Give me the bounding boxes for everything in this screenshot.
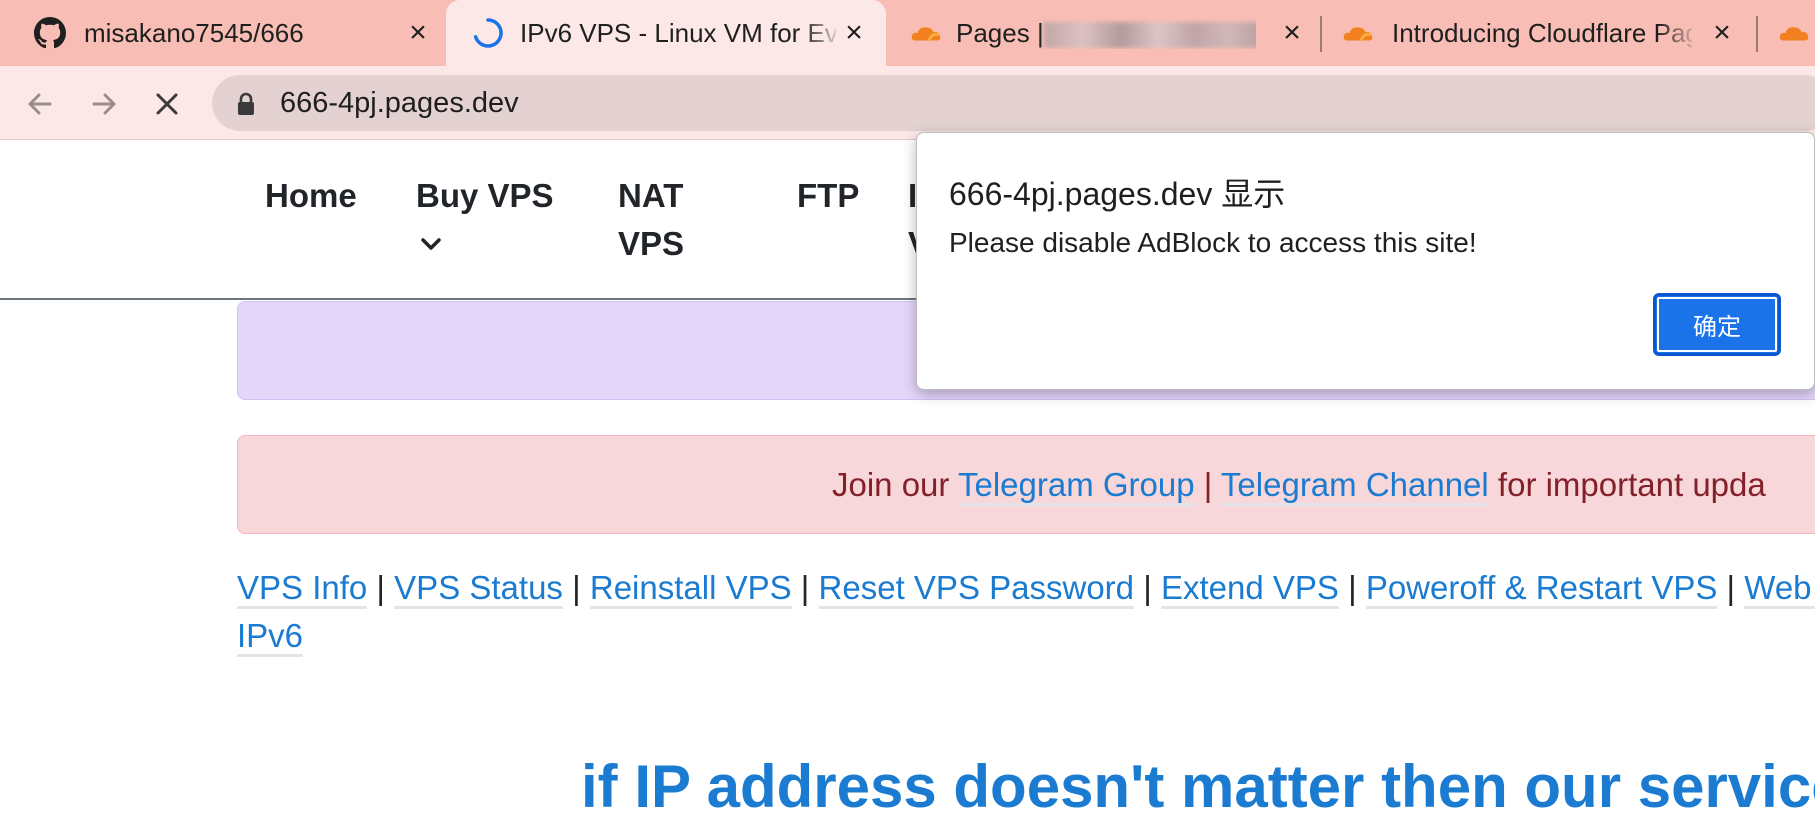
dialog-title: 666-4pj.pages.dev 显示 [949,176,1286,212]
tab-introducing-cloudflare[interactable]: Introducing Cloudflare Pag × [1322,0,1756,66]
forward-arrow-icon[interactable] [82,82,126,126]
cloudflare-icon [910,17,942,49]
tab-cloudflare-pages[interactable]: Pages |ou × [886,0,1320,66]
address-bar[interactable]: 666-4pj.pages.dev [212,75,1815,131]
vps-quick-links: VPS Info | VPS Status | Reinstall VPS | … [237,564,1815,660]
tab-partial[interactable] [1758,0,1815,66]
poweroff-restart-vps-link[interactable]: Poweroff & Restart VPS [1365,569,1718,609]
reset-vps-password-link[interactable]: Reset VPS Password [818,569,1135,609]
web-partial-link[interactable]: Web I [1744,569,1815,609]
vps-status-link[interactable]: VPS Status [394,569,563,609]
close-tab-icon[interactable]: × [1706,16,1738,49]
telegram-announcement: Join our Telegram Group | Telegram Chann… [237,435,1815,534]
ipv6-link[interactable]: IPv6 [237,617,304,657]
reinstall-vps-link[interactable]: Reinstall VPS [589,569,792,609]
tab-ipv6-vps[interactable]: IPv6 VPS - Linux VM for Ev × [446,0,886,66]
close-tab-icon[interactable]: × [838,16,870,49]
tab-title: Pages |ou [956,18,1256,49]
back-arrow-icon[interactable] [18,82,62,126]
nav-home[interactable]: Home [265,172,357,220]
tab-title: Introducing Cloudflare Pag [1392,18,1692,48]
stop-loading-icon[interactable] [145,82,189,126]
telegram-group-link[interactable]: Telegram Group [957,466,1195,506]
close-tab-icon[interactable]: × [1276,16,1308,49]
vps-info-link[interactable]: VPS Info [237,569,368,609]
close-tab-icon[interactable]: × [402,16,434,49]
tab-title: misakano7545/666 [84,18,304,48]
tab-title: IPv6 VPS - Linux VM for Ev [520,18,836,48]
tab-github[interactable]: misakano7545/666 × [0,0,446,66]
dialog-message: Please disable AdBlock to access this si… [949,227,1477,258]
browser-toolbar: 666-4pj.pages.dev [0,66,1815,140]
lock-icon[interactable] [236,92,256,121]
github-icon [34,17,66,49]
dialog-ok-button[interactable]: 确定 [1653,293,1781,356]
cloudflare-icon [1778,17,1810,49]
nav-buy-vps[interactable]: Buy VPS [416,172,554,220]
hero-headline: if IP address doesn't matter then our se… [581,753,1815,820]
telegram-channel-link[interactable]: Telegram Channel [1220,466,1489,506]
cloudflare-icon [1342,17,1374,49]
nav-nat-vps[interactable]: NAT VPS [618,172,684,268]
loading-spinner-icon [472,17,504,49]
tab-strip: misakano7545/666 × IPv6 VPS - Linux VM f… [0,0,1815,66]
chevron-down-icon[interactable] [420,236,442,257]
adblock-alert-dialog: 666-4pj.pages.dev 显示 Please disable AdBl… [916,132,1815,390]
nav-ftp[interactable]: FTP [797,172,859,220]
extend-vps-link[interactable]: Extend VPS [1160,569,1339,609]
url-text: 666-4pj.pages.dev [280,87,519,119]
